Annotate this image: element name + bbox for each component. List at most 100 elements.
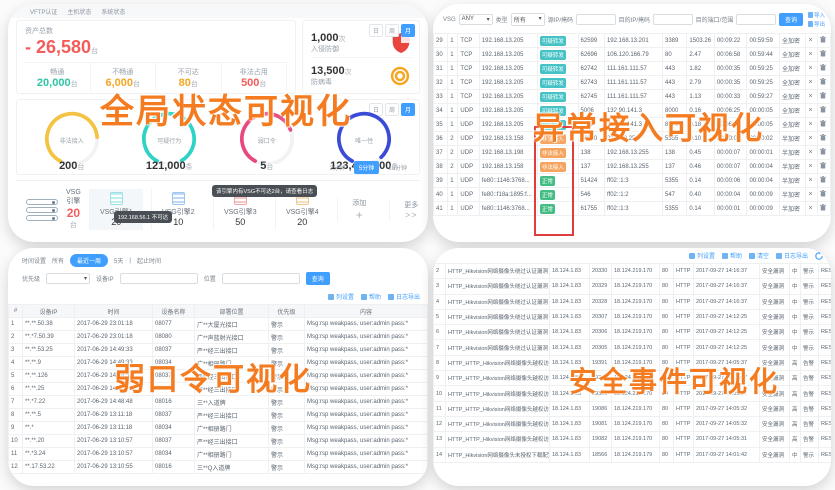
row-number: 11 xyxy=(434,401,446,416)
row-number: 35 xyxy=(434,118,448,132)
nav-item[interactable]: 主机状态 xyxy=(67,7,91,16)
engine-cell[interactable]: VSG引擎2 10 xyxy=(151,189,205,230)
engine-cell[interactable]: VSG引擎1 20 xyxy=(89,189,143,230)
close-icon[interactable]: × xyxy=(808,65,812,72)
trash-icon[interactable] xyxy=(820,148,826,155)
event-time: 2017-09-27 14:01:42 xyxy=(694,447,760,462)
interval-button[interactable]: 5分钟 xyxy=(354,161,379,174)
time-settings-row: 时间设置 所有 最近一周 5天 | 起止时间 xyxy=(8,248,428,269)
close-icon[interactable]: × xyxy=(808,93,812,100)
vsg-select[interactable]: ANY▾ xyxy=(459,14,493,25)
time-days-option[interactable]: 5天 xyxy=(114,256,123,265)
dest-ip: 18.124.219.170 xyxy=(612,325,660,340)
device-ip-input[interactable] xyxy=(120,273,198,284)
interval-button[interactable]: 2分钟 xyxy=(325,161,350,174)
engine-count: 50 xyxy=(214,217,267,227)
close-icon[interactable]: × xyxy=(808,79,812,86)
trash-icon[interactable] xyxy=(820,36,826,43)
substat-label: 畅通 xyxy=(25,67,90,77)
search-button[interactable]: 查询 xyxy=(306,272,330,285)
nav-item[interactable]: VFTP认证 xyxy=(30,7,57,16)
close-icon[interactable]: × xyxy=(808,205,812,212)
add-engine-button[interactable]: 添加 + xyxy=(337,198,381,222)
close-icon[interactable]: × xyxy=(808,51,812,58)
row-number: 10 xyxy=(434,386,446,401)
period-tab[interactable]: 月 xyxy=(401,24,415,37)
priority-select[interactable]: ▾ xyxy=(46,273,90,284)
search-button[interactable]: 查询 xyxy=(779,13,803,26)
duration: 00:00:35 xyxy=(714,62,747,76)
encryption: 全加密 xyxy=(780,104,806,118)
tool-icon xyxy=(722,253,728,259)
period-tab[interactable]: 周 xyxy=(385,24,399,37)
trash-icon[interactable] xyxy=(820,204,826,211)
import-button[interactable]: 导入 xyxy=(808,11,825,19)
device-name: 08037 xyxy=(153,435,195,448)
vsg-id: 1 xyxy=(448,90,458,104)
column-header: 时间 xyxy=(75,305,153,318)
dest-ip: 111.161.111.57 xyxy=(604,90,662,104)
trash-icon[interactable] xyxy=(820,106,826,113)
close-icon[interactable]: × xyxy=(808,177,812,184)
trash-icon[interactable] xyxy=(820,92,826,99)
location-input[interactable] xyxy=(222,273,300,284)
close-icon[interactable]: × xyxy=(808,121,812,128)
source-ip: 18.124.1.83 xyxy=(550,309,590,324)
time-all-option[interactable]: 所有 xyxy=(52,256,64,265)
trash-icon[interactable] xyxy=(820,162,826,169)
traffic: 0.14 xyxy=(687,174,714,188)
export-button[interactable]: 导出 xyxy=(808,20,825,28)
tool-button[interactable]: 日志导出 xyxy=(388,292,420,301)
protocol: UDP xyxy=(458,188,479,202)
tool-button[interactable]: 列设置 xyxy=(689,251,715,260)
refresh-icon[interactable] xyxy=(815,252,823,260)
trash-icon[interactable] xyxy=(820,190,826,197)
close-icon[interactable]: × xyxy=(808,135,812,142)
dest-port: 80 xyxy=(660,340,674,355)
trash-icon[interactable] xyxy=(820,78,826,85)
close-icon[interactable]: × xyxy=(808,149,812,156)
trash-icon[interactable] xyxy=(820,50,826,57)
trash-icon[interactable] xyxy=(820,64,826,71)
encryption: 全加密 xyxy=(780,62,806,76)
close-icon[interactable]: × xyxy=(808,37,812,44)
connection-row: 41 1 UDP fe80::1146:3768... 正常 61755 ff0… xyxy=(434,202,831,216)
row-number: 38 xyxy=(434,160,448,174)
interval-button[interactable]: 10分钟 xyxy=(383,161,412,174)
protocol: TCP xyxy=(458,76,479,90)
more-button[interactable]: 更多 >> xyxy=(389,200,428,220)
close-icon[interactable]: × xyxy=(808,191,812,198)
weakpass-row: 9 **.* 2017-06-29 13:11:18 08034 广**相册路门… xyxy=(9,422,428,435)
engine-icon xyxy=(172,192,185,205)
nav-item[interactable]: 系统状态 xyxy=(101,7,125,16)
source-port: 20329 xyxy=(590,279,612,294)
event-row: 13 HTTP_HTTP_Hikvision网络摄像头越权访问漏洞1 18.12… xyxy=(434,432,832,447)
trash-icon[interactable] xyxy=(820,120,826,127)
tool-button[interactable]: 列设置 xyxy=(328,292,354,301)
trash-icon[interactable] xyxy=(820,134,826,141)
tool-button[interactable]: 帮助 xyxy=(722,251,742,260)
period-tab[interactable]: 日 xyxy=(369,24,383,37)
dst-ip-input[interactable] xyxy=(653,14,693,25)
protocol: HTTP xyxy=(674,294,694,309)
source-ip: 18.124.1.83 xyxy=(550,401,590,416)
close-icon[interactable]: × xyxy=(808,107,812,114)
tool-button[interactable]: 清空 xyxy=(749,251,769,260)
time-range-option[interactable]: 起止时间 xyxy=(137,256,161,265)
dst-port-input[interactable] xyxy=(736,14,776,25)
close-icon[interactable]: × xyxy=(808,163,812,170)
time-week-option[interactable]: 最近一周 xyxy=(70,254,108,267)
trash-icon[interactable] xyxy=(820,176,826,183)
event-time: 2017-06-29 23:01:18 xyxy=(75,331,153,344)
watermark-weak-password: 弱口令可视化 xyxy=(114,354,312,399)
watermark-security-events: 安全事件可视化 xyxy=(569,360,779,400)
encryption: 半加密 xyxy=(780,146,806,160)
tool-button[interactable]: 日志导出 xyxy=(776,251,808,260)
dest-port: 5355 xyxy=(662,174,686,188)
type-select[interactable]: 所有▾ xyxy=(511,13,545,26)
protocol: HTTP xyxy=(674,325,694,340)
gauge-label: 弱口令 xyxy=(223,136,311,145)
tool-button[interactable]: 帮助 xyxy=(361,292,381,301)
vsg-id: 1 xyxy=(448,48,458,62)
src-ip-input[interactable] xyxy=(576,14,616,25)
